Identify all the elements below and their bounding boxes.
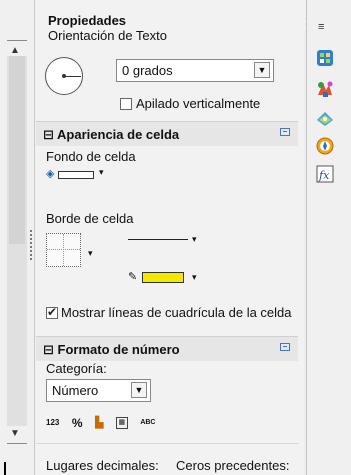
- orientation-label: Orientación de Texto: [48, 28, 167, 43]
- background-color-button[interactable]: ◈ ▾: [46, 167, 126, 183]
- divider: [36, 443, 298, 444]
- cell-appearance-header[interactable]: ⊟ Apariencia de celda: [36, 121, 298, 146]
- chevron-down-icon[interactable]: ▼: [131, 382, 147, 398]
- text-format-icon[interactable]: ABC: [140, 419, 155, 426]
- border-label: Borde de celda: [46, 211, 134, 226]
- scroll-down-icon[interactable]: ▼: [10, 428, 20, 439]
- chevron-down-icon[interactable]: ▾: [192, 234, 197, 245]
- number-format-title: Formato de número: [57, 342, 180, 357]
- format-toolbar: 123 % ▙ ▦ ABC: [46, 414, 163, 434]
- chevron-down-icon[interactable]: ▾: [99, 167, 104, 178]
- category-label: Categoría:: [46, 361, 107, 376]
- gallery-icon[interactable]: [315, 108, 335, 128]
- properties-icon[interactable]: [315, 48, 335, 68]
- navigator-icon[interactable]: [315, 136, 335, 156]
- percent-icon[interactable]: %: [72, 416, 83, 430]
- scroll-up-icon[interactable]: ▲: [10, 45, 20, 56]
- currency-icon[interactable]: ▙: [95, 416, 103, 429]
- category-select[interactable]: Número ▼: [46, 379, 151, 402]
- collapse-icon: ⊟: [43, 342, 54, 357]
- background-label: Fondo de celda: [46, 149, 136, 164]
- divider: [7, 40, 27, 41]
- show-grid-label: Mostrar líneas de cuadrícula de la celda: [61, 305, 292, 320]
- panel-title: Propiedades: [48, 13, 127, 28]
- degrees-value: 0 grados: [122, 63, 173, 78]
- rotation-dial[interactable]: [45, 57, 83, 95]
- stack-vertical-checkbox[interactable]: [120, 98, 132, 110]
- line-color-swatch: [142, 272, 184, 283]
- leading-zeros-label: Ceros precedentes:: [176, 458, 290, 473]
- background-color-swatch: [58, 171, 94, 179]
- functions-icon[interactable]: fx: [315, 164, 335, 184]
- category-value: Número: [52, 383, 99, 398]
- number-format-icon[interactable]: 123: [46, 418, 59, 427]
- paint-bucket-icon: ◈: [46, 168, 55, 180]
- number-format-header[interactable]: ⊟ Formato de número: [36, 336, 298, 361]
- menu-icon[interactable]: ≡: [318, 21, 324, 33]
- date-icon[interactable]: ▦: [115, 416, 128, 429]
- styles-icon[interactable]: [315, 79, 335, 99]
- chevron-down-icon[interactable]: ▼: [254, 62, 270, 78]
- cell-appearance-title: Apariencia de celda: [57, 127, 180, 142]
- pencil-icon: ✎: [128, 271, 138, 283]
- properties-panel: Propiedades ✕ Orientación de Texto 0 gra…: [36, 0, 306, 475]
- chevron-down-icon[interactable]: ▾: [192, 272, 197, 283]
- document-scroll-thumb[interactable]: [9, 56, 25, 244]
- sidebar-tabbar: ≡ fx: [306, 0, 351, 475]
- cursor-mark: [4, 462, 6, 475]
- chevron-down-icon[interactable]: ▾: [88, 248, 93, 259]
- decimal-places-label: Lugares decimales:: [46, 458, 159, 473]
- degrees-select[interactable]: 0 grados ▼: [116, 59, 274, 82]
- more-options-icon[interactable]: [280, 128, 290, 136]
- line-preview: [128, 239, 188, 240]
- divider: [7, 443, 27, 444]
- collapse-icon: ⊟: [43, 127, 54, 142]
- stack-vertical-label: Apilado verticalmente: [136, 96, 261, 111]
- splitter-handle[interactable]: [30, 230, 32, 260]
- line-color-button[interactable]: ✎ ▾: [128, 270, 208, 286]
- svg-text:fx: fx: [318, 169, 330, 182]
- show-grid-checkbox[interactable]: [46, 305, 58, 319]
- border-style-grid[interactable]: [46, 233, 81, 267]
- document-edge: ▲ ▼: [0, 0, 35, 475]
- more-options-icon[interactable]: [280, 343, 290, 351]
- line-style-button[interactable]: ▾: [124, 232, 204, 246]
